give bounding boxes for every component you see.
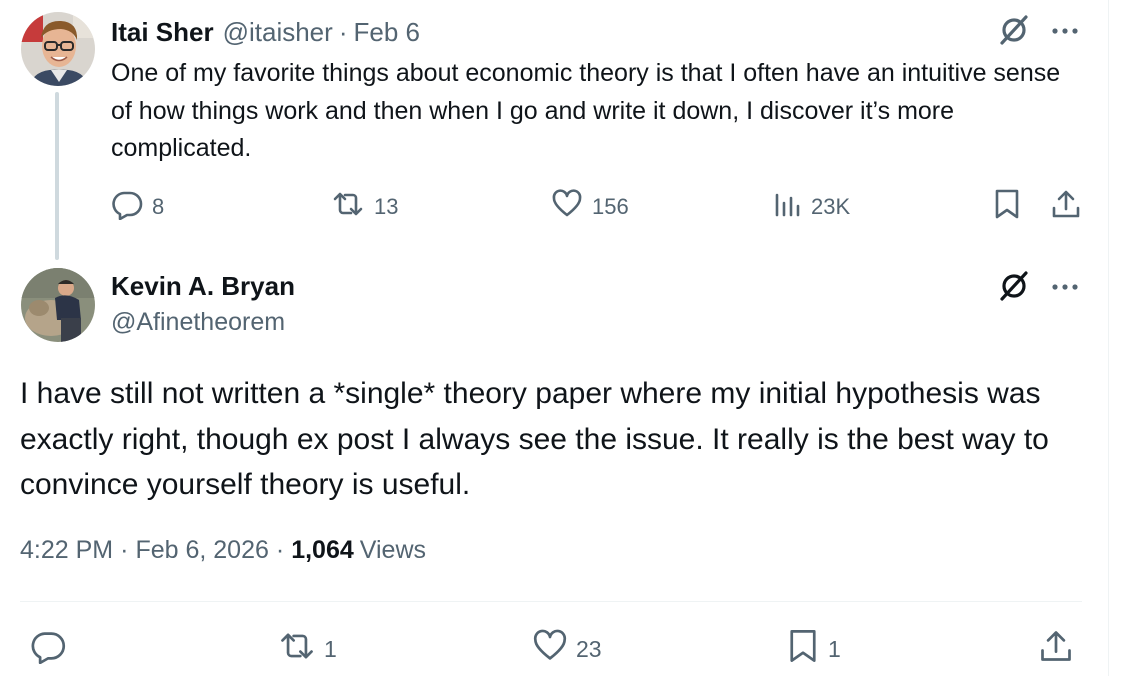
author-handle[interactable]: @itaisher: [223, 17, 333, 48]
separator: ·: [275, 536, 285, 564]
retweet-icon: [331, 188, 365, 226]
thread-line: [55, 92, 59, 260]
views-count[interactable]: 1,064: [291, 536, 354, 565]
author-handle[interactable]: @Afinetheorem: [111, 308, 285, 337]
reply-icon: [30, 628, 66, 670]
retweet-count: 1: [324, 635, 337, 662]
avatar[interactable]: [21, 268, 95, 342]
bookmark-icon: [786, 628, 820, 670]
tweet-date[interactable]: Feb 6, 2026: [135, 536, 268, 565]
author-name[interactable]: Itai Sher: [111, 17, 214, 48]
share-icon: [1038, 628, 1074, 670]
share-button[interactable]: [1038, 630, 1074, 668]
like-count: 23: [576, 635, 602, 662]
tweet-meta: 4:22 PM · Feb 6, 2026 · 1,064 Views: [20, 536, 426, 565]
separator: ·: [338, 16, 348, 47]
tweet-date[interactable]: Feb 6: [353, 17, 420, 48]
tweet-header: Itai Sher @itaisher · Feb 6: [111, 15, 420, 49]
reply-button[interactable]: 8: [111, 189, 164, 225]
bookmark-button[interactable]: [992, 189, 1022, 225]
separator: ·: [120, 536, 129, 564]
parent-tweet[interactable]: Itai Sher @itaisher · Feb 6 One of my fa…: [0, 0, 1108, 260]
more-icon: [1050, 23, 1080, 41]
bookmark-count: 1: [828, 635, 841, 662]
tweet-text: I have still not written a *single* theo…: [20, 377, 1049, 501]
tweet-time[interactable]: 4:22 PM: [20, 536, 113, 565]
avatar[interactable]: [21, 12, 95, 86]
heart-icon: [532, 628, 568, 670]
reply-button[interactable]: [30, 630, 66, 668]
reply-icon: [111, 188, 143, 226]
retweet-count: 13: [374, 194, 399, 219]
share-button[interactable]: [1050, 189, 1082, 225]
more-icon: [1050, 279, 1080, 297]
share-icon: [1050, 188, 1082, 226]
author-name[interactable]: Kevin A. Bryan: [111, 271, 295, 302]
reply-count: 8: [152, 194, 165, 219]
views-label: Views: [359, 536, 427, 564]
like-button[interactable]: 156: [551, 189, 629, 225]
retweet-button[interactable]: 13: [331, 189, 398, 225]
bookmark-button[interactable]: 1: [786, 630, 841, 668]
heart-icon: [551, 188, 583, 226]
grok-button[interactable]: [994, 268, 1034, 308]
views-icon: [772, 189, 802, 225]
timeline-border: [1108, 0, 1109, 676]
views-count: 23K: [811, 194, 851, 219]
retweet-icon: [278, 628, 316, 670]
more-button[interactable]: [1045, 12, 1085, 52]
tweet-text: One of my favorite things about economic…: [111, 59, 1061, 162]
bookmark-icon: [992, 188, 1022, 226]
grok-icon: [997, 269, 1031, 308]
divider: [20, 601, 1082, 602]
like-button[interactable]: 23: [532, 628, 602, 670]
grok-button[interactable]: [994, 12, 1034, 52]
retweet-button[interactable]: 1: [278, 630, 337, 668]
more-button[interactable]: [1045, 268, 1085, 308]
like-count: 156: [592, 194, 629, 219]
views-button[interactable]: 23K: [772, 189, 850, 225]
grok-icon: [997, 13, 1031, 52]
